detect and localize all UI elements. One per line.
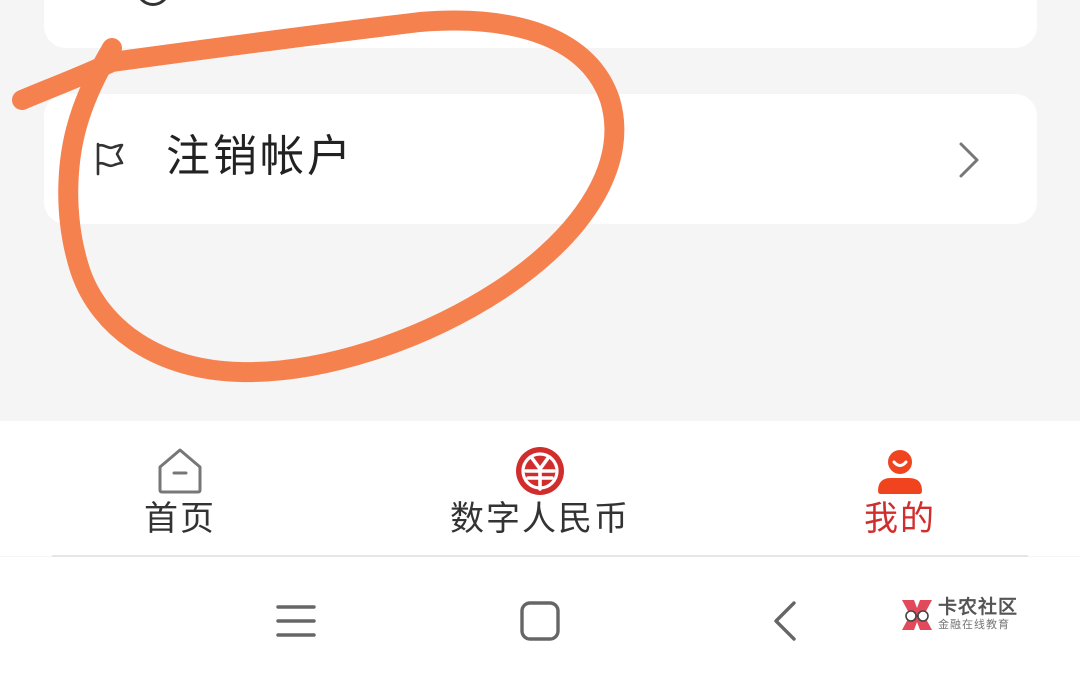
home-icon: [158, 448, 202, 494]
profile-icon: [878, 450, 922, 494]
circle-icon: [136, 0, 170, 6]
tab-home[interactable]: 首页: [80, 421, 280, 556]
screen: 注销帐户 首页 数字人民币 我的 卡农社区 金融在线教育: [0, 0, 1080, 685]
settings-item-partial[interactable]: [44, 0, 1037, 48]
cancel-account-label: 注销帐户: [166, 131, 354, 182]
tab-digital-rmb-label: 数字人民币: [450, 499, 630, 539]
watermark-logo-icon: [902, 600, 932, 630]
chevron-right-icon: [959, 142, 979, 178]
tab-mine[interactable]: 我的: [800, 421, 1000, 556]
tab-mine-label: 我的: [864, 499, 936, 539]
watermark-title: 卡农社区: [938, 596, 1019, 618]
bottom-tab-bar: 首页 数字人民币 我的: [0, 421, 1080, 556]
tab-digital-rmb[interactable]: 数字人民币: [420, 421, 660, 556]
menu-icon[interactable]: [272, 597, 320, 645]
square-home-icon[interactable]: [516, 597, 564, 645]
cancel-account-item[interactable]: 注销帐户: [44, 94, 1037, 224]
digital-rmb-icon: [516, 447, 564, 495]
watermark: 卡农社区 金融在线教育: [898, 596, 1038, 640]
tab-home-label: 首页: [144, 499, 216, 539]
back-chevron-icon[interactable]: [762, 597, 810, 645]
flag-icon: [96, 142, 124, 176]
watermark-subtitle: 金融在线教育: [938, 618, 1010, 631]
